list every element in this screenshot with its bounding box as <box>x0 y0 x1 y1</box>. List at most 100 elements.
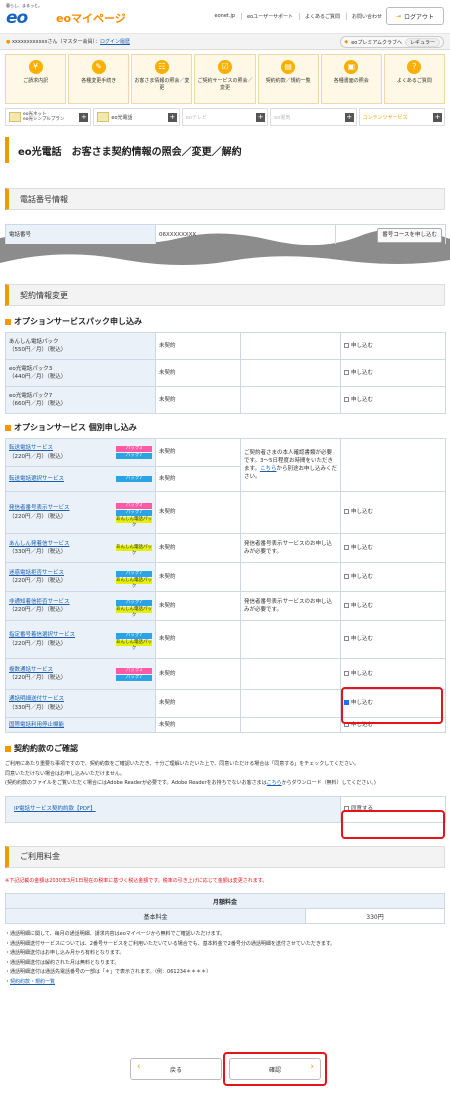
service-price: （220円／月）（税込） <box>9 640 67 647</box>
service-apply-checkbox[interactable]: 申し込む <box>340 562 446 592</box>
service-tab-contents[interactable]: コンテンツサービス + <box>358 108 446 126</box>
expand-plus-icon[interactable]: + <box>79 113 89 122</box>
table-row: 迷惑電話拒否サービス （220円／月）（税込） パック7 あんしん電話パック 未契約 … <box>5 562 446 592</box>
checkbox-icon <box>344 573 349 579</box>
logout-button[interactable]: ⇥ ログアウト <box>386 7 444 25</box>
transfer-note: ご契約者さまの本人確認書類が必要です。3～5日程度お時間をいただきます。こちらか… <box>240 438 341 492</box>
service-tabs: eo光ネット eo光シンプルプラン + eo光電話 + eoテレビ + eo電気… <box>5 108 446 126</box>
menu-documents[interactable]: ▣ 各種書面の照会 <box>320 54 382 104</box>
terms-heading-text: 契約約款のご確認 <box>14 744 78 753</box>
service-status: 未契約 <box>155 491 241 534</box>
service-link[interactable]: 迷惑電話拒否サービス <box>9 570 64 576</box>
terms-list-link[interactable]: 契約約款・規約一覧 <box>10 979 55 985</box>
change-number-button[interactable]: 番号コースを申し込む <box>377 228 442 243</box>
main-menu: ¥ ご請求内訳 ✎ 各種変更手続き ☷ お客さま情報の照会／変更 ☑ ご契約サービスの照… <box>5 54 445 104</box>
pack-status: 未契約 <box>155 386 241 414</box>
pack-apply-checkbox[interactable]: 申し込む <box>340 386 446 414</box>
service-tab-phone[interactable]: eo光電話 + <box>93 108 180 126</box>
menu-billing[interactable]: ¥ ご請求内訳 <box>5 54 67 104</box>
service-link[interactable]: 国際電話利用停止機能 <box>9 722 64 728</box>
premium-club-button[interactable]: ◆ eoプレミアムクラブへ レギュラー <box>340 36 444 48</box>
pack-status: 未契約 <box>155 332 241 360</box>
fee-section-heading: ご利用料金 <box>5 845 445 868</box>
user-info: ● xxxxxxxxxxxxさん（マスター会員）：ログイン履歴 <box>6 38 130 45</box>
menu-terms[interactable]: ▤ 契約約款／規約一覧 <box>257 54 319 104</box>
question-icon: ? <box>407 60 422 74</box>
menu-customer-info[interactable]: ☷ お客さま情報の照会／変更 <box>131 54 193 104</box>
apply-label: 申し込む <box>351 544 374 551</box>
service-link[interactable]: 発信者番号表示サービス <box>9 505 70 511</box>
tag-anshin: あんしん電話パック <box>116 516 152 528</box>
eo-logo[interactable]: 暮らし、まるっと。 eo <box>6 3 46 29</box>
service-link[interactable]: あんしん発着信サービス <box>9 541 70 547</box>
transfer-note-link[interactable]: こちら <box>260 466 277 472</box>
chevron-left-icon: ‹ <box>137 1062 141 1072</box>
individual-heading: オプションサービス 個別申し込み <box>5 422 445 433</box>
menu-contract-services[interactable]: ☑ ご契約サービスの照会／変更 <box>194 54 256 104</box>
expand-plus-icon[interactable]: + <box>344 113 354 122</box>
pack-name: eo光電話パック7 （660円／月）（税込） <box>5 386 156 414</box>
terms-pdf-link[interactable]: IP電話サービス契約約款【PDF】 <box>14 806 96 812</box>
pack-apply-checkbox[interactable]: 申し込む <box>340 332 446 360</box>
link-support[interactable]: eoユーザーサポート <box>241 13 293 20</box>
pack-apply-checkbox[interactable]: 申し込む <box>340 359 446 387</box>
service-link[interactable]: 転送電話サービス <box>9 445 53 451</box>
link-faq[interactable]: よくあるご質問 <box>298 13 340 20</box>
service-link[interactable]: 指定番号着信選択サービス <box>9 632 75 638</box>
apply-label: 申し込む <box>351 509 374 516</box>
link-contact[interactable]: お問い合わせ <box>345 13 382 20</box>
service-status: 未契約 <box>155 438 241 467</box>
note-text: 通話明細送付サービスについては、2番号サービスをご利用いただいている場合でも、基… <box>10 940 336 947</box>
adobe-download-link[interactable]: こちら <box>267 780 282 786</box>
expand-plus-icon[interactable]: + <box>433 113 443 122</box>
link-eonet[interactable]: eonet.jp <box>210 13 236 20</box>
contract-change-section-heading: 契約情報変更 <box>5 284 445 306</box>
checkbox-icon <box>344 342 349 348</box>
service-status: 未契約 <box>155 591 241 621</box>
profile-icon: ☷ <box>154 60 169 74</box>
service-status: 未契約 <box>155 533 241 563</box>
expand-plus-icon[interactable]: + <box>256 113 266 122</box>
service-link[interactable]: 複数通話サービス <box>9 667 53 673</box>
service-price: （220円／月）（税込） <box>9 607 67 613</box>
service-label: eo光ネット eo光シンプルプラン <box>23 111 65 122</box>
service-tab-electricity[interactable]: eo電気 + <box>270 108 357 126</box>
list-item: ・通話明細送付はお申し込み月から有料となります。 <box>5 950 125 956</box>
pack-heading-text: オプションサービスパック申し込み <box>14 317 142 326</box>
login-history-link[interactable]: ログイン履歴 <box>100 39 130 45</box>
tag-pack3: パック3 <box>116 502 152 509</box>
table-row: 発信者番号表示サービス （220円／月）（税込） パック3 パック7 あんしん電話パック… <box>5 491 446 534</box>
service-link[interactable]: 非通知着信拒否サービス <box>9 599 70 605</box>
service-apply-checkbox[interactable]: 申し込む <box>340 533 446 563</box>
menu-label: お客さま情報の照会／変更 <box>134 78 190 91</box>
service-price: （330円／月）（税込） <box>9 549 67 555</box>
pack-name: あんしん電話パック （550円／月）（税込） <box>5 332 156 360</box>
individual-heading-text: オプションサービス 個別申し込み <box>14 423 137 432</box>
service-note: 発信者番号表示サービスのお申し込みが必要です。 <box>240 533 341 563</box>
tag-pack7: パック7 <box>116 633 152 639</box>
service-tab-net[interactable]: eo光ネット eo光シンプルプラン + <box>5 108 92 126</box>
menu-faq[interactable]: ? よくあるご質問 <box>383 54 445 104</box>
service-apply-checkbox[interactable]: 申し込む <box>340 620 446 659</box>
tag-pack7: パック7 <box>116 453 152 459</box>
phone-service-icon <box>97 112 110 122</box>
service-apply-checkbox[interactable]: 申し込む <box>340 591 446 621</box>
service-apply-checkbox[interactable]: 申し込む <box>340 491 446 534</box>
apply-label: 申し込む <box>351 636 374 643</box>
pack-table: あんしん電話パック （550円／月）（税込） 未契約 申し込む eo光電話パック… <box>5 332 446 414</box>
list-item: ・通話明細に関して、毎月の通話明細、請求内容はeoマイページから無料でご確認いた… <box>5 931 226 937</box>
service-tab-tv[interactable]: eoテレビ + <box>181 108 269 126</box>
service-link[interactable]: 転送電話選択サービス <box>9 475 64 483</box>
folder-icon: ▣ <box>344 60 359 74</box>
menu-change-procedures[interactable]: ✎ 各種変更手続き <box>68 54 130 104</box>
tag-anshin: あんしん電話パック <box>116 577 152 589</box>
checkbox-icon <box>344 509 349 515</box>
service-apply-checkbox[interactable]: 申し込む <box>340 658 446 690</box>
apply-label: 申し込む <box>351 396 374 403</box>
back-button[interactable]: ‹ 戻る <box>130 1058 222 1080</box>
service-link[interactable]: 通話明細送付サービス <box>9 696 64 702</box>
back-label: 戻る <box>169 1066 182 1074</box>
service-label: eo電気 <box>274 114 291 121</box>
expand-plus-icon[interactable]: + <box>167 113 177 122</box>
tag-pack3: パック3 <box>116 446 152 452</box>
